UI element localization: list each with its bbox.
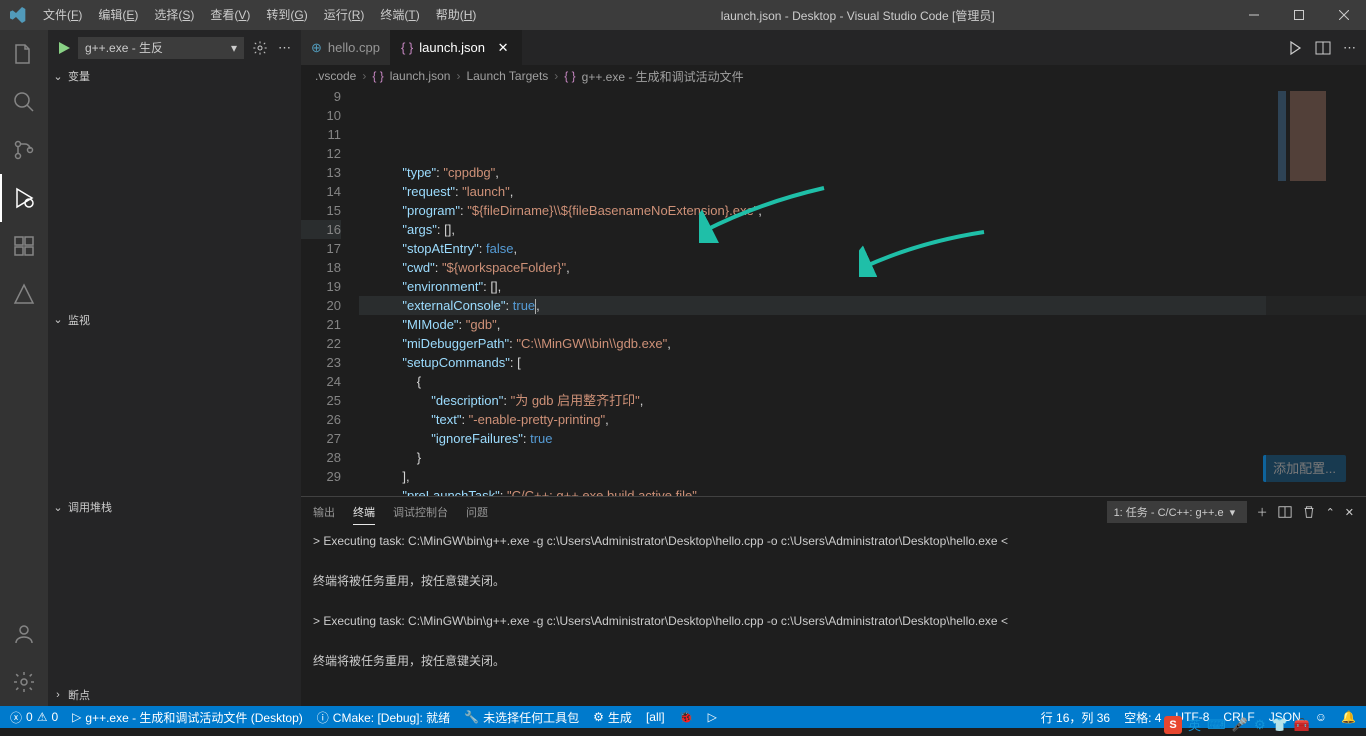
breadcrumb-item[interactable]: .vscode <box>315 69 356 83</box>
window-controls <box>1231 0 1366 30</box>
menu-s[interactable]: 选择(S) <box>146 0 202 30</box>
minimize-button[interactable] <box>1231 0 1276 30</box>
target-item[interactable]: [all] <box>644 706 667 728</box>
more-icon[interactable]: ⋯ <box>276 38 293 58</box>
ime-badge[interactable]: S <box>1164 716 1182 734</box>
editor-tabs: ⊕hello.cpp{ }launch.json✕ ⋯ <box>301 30 1366 65</box>
tab-hello-cpp[interactable]: ⊕hello.cpp <box>301 30 391 65</box>
system-tray: S 英 ⌨ 🎤 ⚙ 👕 🧰 <box>1164 715 1310 734</box>
menu-e[interactable]: 编辑(E) <box>90 0 146 30</box>
cmake-icon[interactable] <box>0 270 48 318</box>
close-icon[interactable]: ✕ <box>495 40 511 56</box>
chevron-right-icon: › <box>52 689 64 701</box>
debug-sidebar: g++.exe - 生反 ▾ ⋯ ⌄变量 ⌄监视 ⌄调用堆栈 ›断点 <box>48 30 301 706</box>
cmake-status-item[interactable]: ⓘ CMake: [Debug]: 就绪 <box>315 706 452 728</box>
terminal-tab[interactable]: 终端 <box>353 500 375 525</box>
kill-terminal-icon[interactable] <box>1302 505 1316 519</box>
source-control-icon[interactable] <box>0 126 48 174</box>
menu-f[interactable]: 文件(F) <box>35 0 90 30</box>
code-editor[interactable]: 9101112131415161718192021222324252627282… <box>301 87 1366 496</box>
terminal-body[interactable]: > Executing task: C:\MinGW\bin\g++.exe -… <box>301 527 1366 706</box>
panel: 输出 终端 调试控制台 问题 1: 任务 - C/C++: g++.e▾ ＋ ⌃… <box>301 496 1366 706</box>
debug-toolbar: g++.exe - 生反 ▾ ⋯ <box>48 30 301 65</box>
cursor-pos-item[interactable]: 行 16，列 36 <box>1039 706 1112 728</box>
watch-section-header[interactable]: ⌄监视 <box>48 309 301 331</box>
menu-t[interactable]: 终端(T) <box>372 0 427 30</box>
extensions-icon[interactable] <box>0 222 48 270</box>
chevron-down-icon: ⌄ <box>52 70 64 83</box>
menu-v[interactable]: 查看(V) <box>202 0 258 30</box>
breakpoints-section-header[interactable]: ›断点 <box>48 684 301 706</box>
callstack-section-header[interactable]: ⌄调用堆栈 <box>48 496 301 518</box>
chevron-down-icon: ⌄ <box>52 501 64 514</box>
ime-lang[interactable]: 英 <box>1188 715 1201 734</box>
run-play-icon[interactable]: ▷ <box>706 706 719 728</box>
output-tab[interactable]: 输出 <box>313 500 335 524</box>
build-item[interactable]: ⚙ 生成 <box>591 706 634 728</box>
minimap[interactable] <box>1266 87 1366 496</box>
menu-r[interactable]: 运行(R) <box>316 0 373 30</box>
search-icon[interactable] <box>0 78 48 126</box>
close-button[interactable] <box>1321 0 1366 30</box>
split-terminal-icon[interactable] <box>1278 505 1292 519</box>
settings-gear-icon[interactable] <box>0 658 48 706</box>
close-panel-icon[interactable]: ✕ <box>1345 506 1354 519</box>
debug-config-select[interactable]: g++.exe - 生反 ▾ <box>78 37 244 59</box>
chevron-down-icon: ▾ <box>1230 506 1236 519</box>
breadcrumb-item[interactable]: g++.exe - 生成和调试活动文件 <box>582 68 744 85</box>
new-terminal-icon[interactable]: ＋ <box>1257 504 1268 520</box>
split-editor-icon[interactable] <box>1315 40 1331 56</box>
spaces-item[interactable]: 空格: 4 <box>1122 706 1163 728</box>
menu-h[interactable]: 帮助(H) <box>428 0 485 30</box>
accounts-icon[interactable] <box>0 610 48 658</box>
json-icon: { } <box>372 69 383 83</box>
tray-tool-icon[interactable]: 🧰 <box>1294 717 1310 733</box>
tab-launch-json[interactable]: { }launch.json✕ <box>391 30 522 65</box>
more-actions-icon[interactable]: ⋯ <box>1343 40 1356 56</box>
status-bar: ⓧ 0 ⚠ 0 ▷ g++.exe - 生成和调试活动文件 (Desktop) … <box>0 706 1366 728</box>
tray-gear-icon[interactable]: ⚙ <box>1254 717 1266 733</box>
debug-play-icon[interactable]: 🐞 <box>677 706 696 728</box>
activity-bar <box>0 30 48 706</box>
breadcrumb-item[interactable]: Launch Targets <box>466 69 548 83</box>
chevron-down-icon: ▾ <box>231 41 237 55</box>
kit-item[interactable]: 🔧 未选择任何工具包 <box>462 706 581 728</box>
notifications-icon[interactable]: 🔔 <box>1339 706 1358 728</box>
window-title: launch.json - Desktop - Visual Studio Co… <box>484 7 1231 24</box>
json-icon: { } <box>564 69 575 83</box>
explorer-icon[interactable] <box>0 30 48 78</box>
vscode-icon <box>0 7 35 23</box>
problems-tab[interactable]: 问题 <box>466 500 488 524</box>
run-debug-icon[interactable] <box>0 174 48 222</box>
breadcrumbs[interactable]: .vscode›{ } launch.json› Launch Targets›… <box>301 65 1366 87</box>
maximize-panel-icon[interactable]: ⌃ <box>1326 506 1335 519</box>
launch-target-item[interactable]: ▷ g++.exe - 生成和调试活动文件 (Desktop) <box>70 706 305 728</box>
chevron-down-icon: ⌄ <box>52 313 64 326</box>
errors-item[interactable]: ⓧ 0 ⚠ 0 <box>8 706 60 728</box>
tray-shirt-icon[interactable]: 👕 <box>1272 717 1288 733</box>
debug-settings-icon[interactable] <box>250 38 270 58</box>
breadcrumb-item[interactable]: launch.json <box>390 69 451 83</box>
debug-console-tab[interactable]: 调试控制台 <box>393 500 448 524</box>
debug-config-label: g++.exe - 生反 <box>85 39 163 56</box>
start-debug-button[interactable] <box>56 40 72 56</box>
feedback-icon[interactable]: ☺ <box>1313 706 1329 728</box>
run-icon[interactable] <box>1287 40 1303 56</box>
titlebar: 文件(F)编辑(E)选择(S)查看(V)转到(G)运行(R)终端(T)帮助(H)… <box>0 0 1366 30</box>
maximize-button[interactable] <box>1276 0 1321 30</box>
editor-area: ⊕hello.cpp{ }launch.json✕ ⋯ .vscode›{ } … <box>301 30 1366 706</box>
menu-bar: 文件(F)编辑(E)选择(S)查看(V)转到(G)运行(R)终端(T)帮助(H) <box>35 0 484 30</box>
variables-section-header[interactable]: ⌄变量 <box>48 65 301 87</box>
menu-g[interactable]: 转到(G) <box>258 0 315 30</box>
tray-keyboard-icon[interactable]: ⌨ <box>1207 717 1226 733</box>
tray-mic-icon[interactable]: 🎤 <box>1232 717 1248 733</box>
terminal-select[interactable]: 1: 任务 - C/C++: g++.e▾ <box>1107 501 1247 523</box>
